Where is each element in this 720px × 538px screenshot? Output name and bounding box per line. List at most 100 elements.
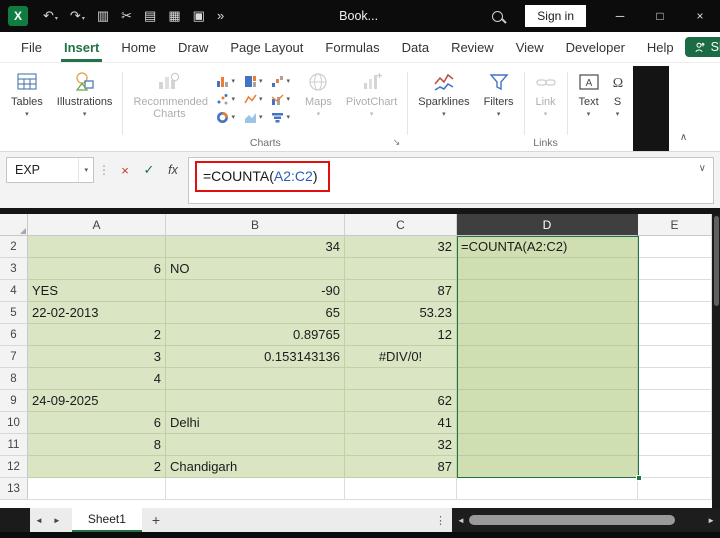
cell-C4[interactable]: 87 — [345, 280, 457, 302]
column-header-D[interactable]: D — [457, 214, 638, 236]
share-button[interactable]: Share ▾ — [684, 37, 720, 57]
cell-C2[interactable]: 32 — [345, 236, 457, 258]
cell-C7[interactable]: #DIV/0! — [345, 346, 457, 368]
cell-D2[interactable]: =COUNTA(A2:C2) — [457, 236, 638, 258]
insert-function-button[interactable]: fx — [162, 163, 184, 177]
cell-E10[interactable] — [638, 412, 712, 434]
tab-view[interactable]: View — [505, 32, 555, 62]
cell-A13[interactable] — [28, 478, 166, 500]
row-header-6[interactable]: 6 — [0, 324, 28, 346]
enter-button[interactable]: ✓ — [138, 162, 160, 178]
cell-B8[interactable] — [166, 368, 345, 390]
tab-data[interactable]: Data — [391, 32, 440, 62]
area-chart-button[interactable]: ▾ — [244, 111, 262, 124]
link-button[interactable]: Link ▾ — [528, 66, 564, 121]
pivotchart-button[interactable]: PivotChart ▾ — [339, 66, 404, 121]
copy-icon[interactable]: ▥ — [92, 6, 114, 26]
cell-B7[interactable]: 0.153143136 — [166, 346, 345, 368]
row-header-10[interactable]: 10 — [0, 412, 28, 434]
cell-D4[interactable] — [457, 280, 638, 302]
cell-E6[interactable] — [638, 324, 712, 346]
cell-D5[interactable] — [457, 302, 638, 324]
filters-button[interactable]: Filters ▾ — [477, 66, 521, 121]
search-icon[interactable] — [492, 10, 504, 22]
formula-input[interactable]: =COUNTA(A2:C2) ∨ — [188, 157, 714, 204]
scroll-right-icon[interactable]: ► — [707, 516, 715, 525]
sign-in-button[interactable]: Sign in — [525, 5, 586, 27]
row-header-12[interactable]: 12 — [0, 456, 28, 478]
cell-A2[interactable] — [28, 236, 166, 258]
cell-A7[interactable]: 3 — [28, 346, 166, 368]
row-header-3[interactable]: 3 — [0, 258, 28, 280]
minimize-button[interactable]: ─ — [600, 0, 640, 32]
cell-C5[interactable]: 53.23 — [345, 302, 457, 324]
window-icon[interactable]: ▣ — [188, 6, 210, 26]
cell-C11[interactable]: 32 — [345, 434, 457, 456]
paste-icon[interactable]: ▤ — [139, 6, 161, 26]
cell-B11[interactable] — [166, 434, 345, 456]
column-header-A[interactable]: A — [28, 214, 166, 236]
cell-E12[interactable] — [638, 456, 712, 478]
name-box-dropdown-icon[interactable]: ▾ — [78, 158, 93, 182]
cell-D7[interactable] — [457, 346, 638, 368]
cell-D11[interactable] — [457, 434, 638, 456]
collapse-ribbon-icon[interactable]: ∧ — [680, 132, 687, 143]
close-button[interactable]: × — [680, 0, 720, 32]
illustrations-button[interactable]: Illustrations ▾ — [50, 66, 120, 121]
tab-file[interactable]: File — [10, 32, 53, 62]
cell-A10[interactable]: 6 — [28, 412, 166, 434]
vertical-scrollbar[interactable] — [712, 214, 720, 508]
tab-review[interactable]: Review — [440, 32, 505, 62]
select-all-corner[interactable]: ◢ — [0, 214, 28, 236]
horizontal-scrollbar[interactable]: ◄ ► — [452, 508, 720, 532]
funnel-chart-button[interactable]: ▾ — [271, 111, 290, 124]
cut-icon[interactable]: ✂ — [116, 6, 137, 26]
cell-E8[interactable] — [638, 368, 712, 390]
scroll-left-icon[interactable]: ◄ — [457, 516, 465, 525]
column-header-B[interactable]: B — [166, 214, 345, 236]
cell-E3[interactable] — [638, 258, 712, 280]
maps-button[interactable]: Maps ▾ — [298, 66, 339, 121]
sheet-nav-right-icon[interactable]: ► — [48, 516, 66, 525]
cell-A5[interactable]: 22-02-2013 — [28, 302, 166, 324]
waterfall-chart-button[interactable]: ▾ — [271, 75, 290, 88]
row-header-13[interactable]: 13 — [0, 478, 28, 500]
cell-A6[interactable]: 2 — [28, 324, 166, 346]
tab-insert[interactable]: Insert — [53, 32, 110, 62]
horizontal-scrollbar-thumb[interactable] — [468, 515, 675, 525]
cell-C3[interactable] — [345, 258, 457, 280]
maximize-button[interactable]: □ — [640, 0, 680, 32]
sparklines-button[interactable]: Sparklines ▾ — [411, 66, 476, 121]
cell-D3[interactable] — [457, 258, 638, 280]
cell-C10[interactable]: 41 — [345, 412, 457, 434]
tables-button[interactable]: Tables ▾ — [4, 66, 50, 121]
name-box[interactable]: EXP ▾ — [6, 157, 94, 183]
row-header-5[interactable]: 5 — [0, 302, 28, 324]
column-header-C[interactable]: C — [345, 214, 457, 236]
undo-icon[interactable]: ↶ ▾ — [38, 6, 63, 26]
row-header-9[interactable]: 9 — [0, 390, 28, 412]
cell-D10[interactable] — [457, 412, 638, 434]
cell-B10[interactable]: Delhi — [166, 412, 345, 434]
row-header-11[interactable]: 11 — [0, 434, 28, 456]
recommended-charts-button[interactable]: Recommended Charts — [126, 66, 212, 122]
cell-B4[interactable]: -90 — [166, 280, 345, 302]
cell-E4[interactable] — [638, 280, 712, 302]
cell-B2[interactable]: 34 — [166, 236, 345, 258]
cell-D13[interactable] — [457, 478, 638, 500]
cell-C12[interactable]: 87 — [345, 456, 457, 478]
column-chart-button[interactable]: ▾ — [216, 75, 235, 88]
cell-A8[interactable]: 4 — [28, 368, 166, 390]
formula-bar-drag-handle[interactable]: ⋮ — [98, 157, 110, 183]
symbols-button-partial[interactable]: Ω S ▾ — [607, 66, 627, 121]
hierarchy-chart-button[interactable]: ▾ — [244, 75, 262, 88]
sheet-tab-sheet1[interactable]: Sheet1 — [71, 508, 142, 532]
row-header-7[interactable]: 7 — [0, 346, 28, 368]
redo-icon[interactable]: ↷ ▾ — [65, 6, 90, 26]
cell-B9[interactable] — [166, 390, 345, 412]
row-header-4[interactable]: 4 — [0, 280, 28, 302]
cell-A3[interactable]: 6 — [28, 258, 166, 280]
cell-E7[interactable] — [638, 346, 712, 368]
pie-chart-button[interactable]: ▾ — [216, 111, 235, 124]
tab-help[interactable]: Help — [636, 32, 685, 62]
